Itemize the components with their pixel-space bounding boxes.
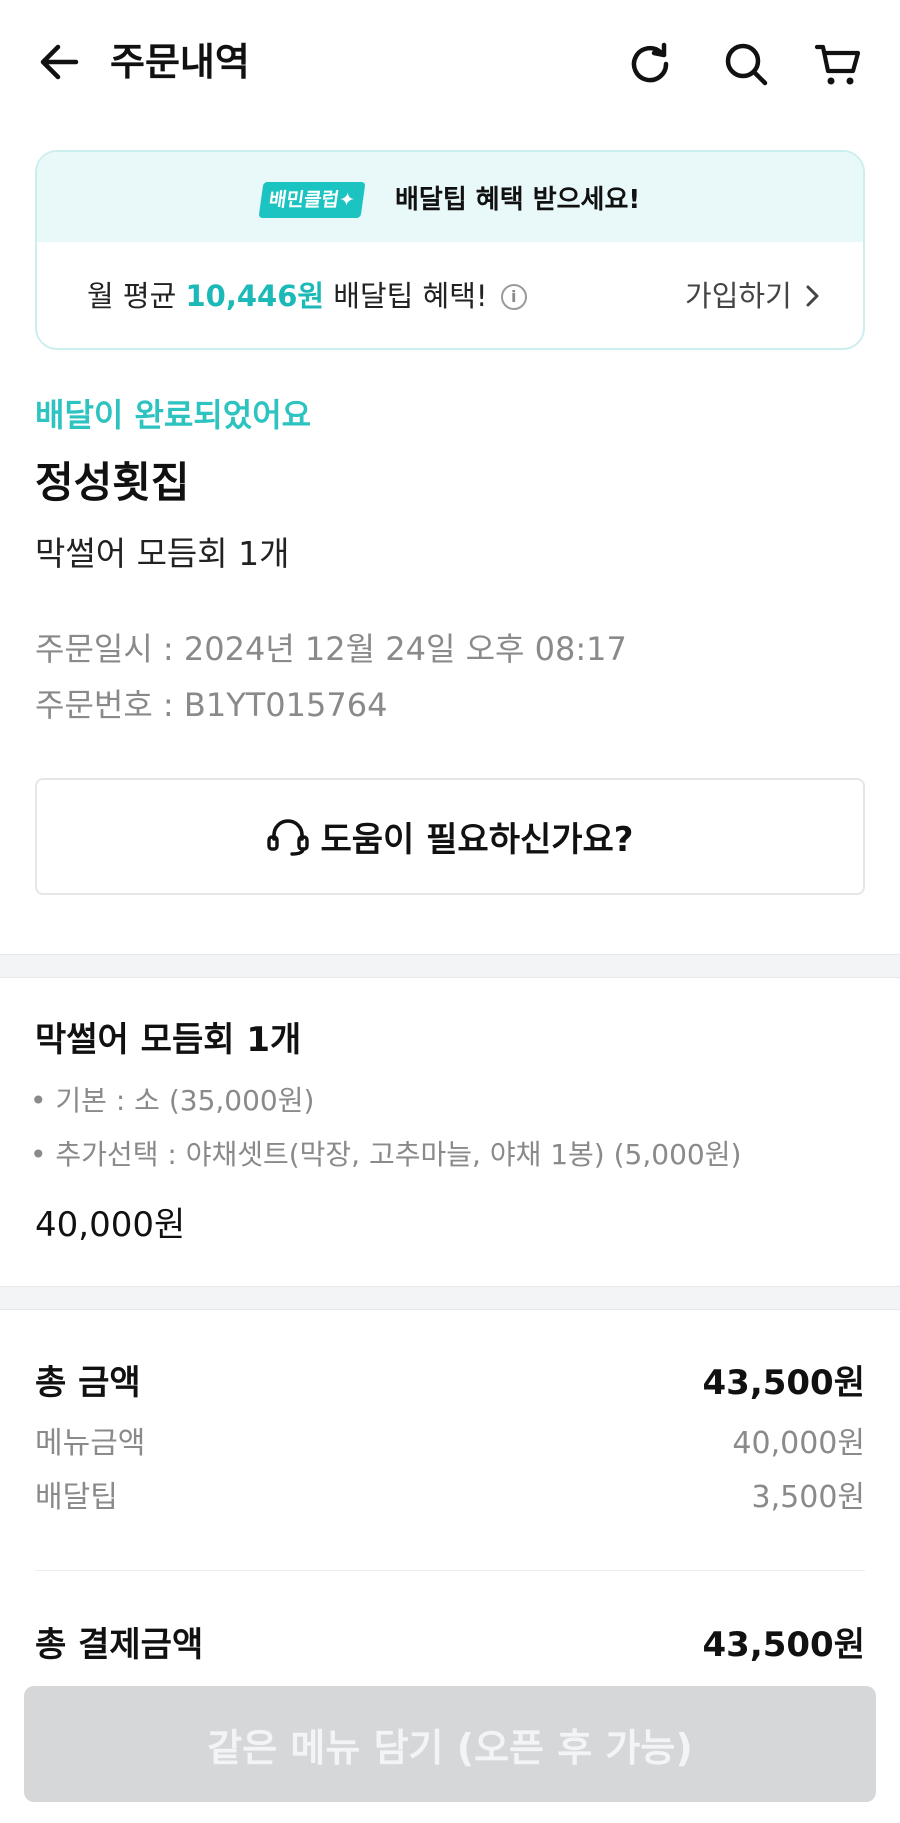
refresh-button[interactable] — [626, 40, 674, 88]
delivery-tip-value: 3,500원 — [751, 1480, 865, 1515]
menu-amount-label: 메뉴금액 — [35, 1426, 146, 1461]
reorder-same-menu-button[interactable]: 같은 메뉴 담기 (오픈 후 가능) — [24, 1686, 876, 1802]
search-button[interactable] — [722, 40, 770, 88]
section-divider — [0, 954, 900, 978]
baemin-club-promo-card[interactable]: 배민클럽✦ 배달팁 혜택 받으세요! 월 평균 10,446원 배달팁 혜택! … — [35, 150, 865, 350]
refresh-icon — [631, 42, 669, 83]
promo-suffix: 배달팁 혜택! — [324, 279, 488, 313]
menu-item-title: 막썰어 모듬회 1개 — [35, 1020, 302, 1060]
chevron-right-icon — [806, 285, 819, 307]
grand-total-row: 총 결제금액 43,500원 — [35, 1620, 865, 1670]
back-button[interactable] — [36, 38, 84, 86]
search-icon — [725, 43, 768, 86]
grand-total-label: 총 결제금액 — [35, 1625, 204, 1665]
promo-body: 월 평균 10,446원 배달팁 혜택! i 가입하기 — [37, 242, 863, 348]
menu-amount-value: 40,000원 — [732, 1426, 865, 1461]
info-icon[interactable]: i — [500, 284, 527, 310]
delivery-tip-label: 배달팁 — [35, 1480, 118, 1515]
total-amount-label: 총 금액 — [35, 1363, 141, 1403]
promo-header: 배민클럽✦ 배달팁 혜택 받으세요! — [37, 152, 863, 242]
total-amount-row: 총 금액 43,500원 — [35, 1358, 865, 1408]
page-title: 주문내역 — [110, 40, 250, 84]
total-amount-value: 43,500원 — [702, 1363, 865, 1403]
delivery-tip-row: 배달팁 3,500원 — [35, 1476, 865, 1520]
top-app-bar: 주문내역 — [0, 0, 900, 126]
help-label: 도움이 필요하신가요? — [320, 820, 634, 860]
order-summary: 막썰어 모듬회 1개 — [35, 534, 290, 573]
help-button[interactable]: 도움이 필요하신가요? — [35, 778, 865, 895]
promo-benefit-text: 월 평균 10,446원 배달팁 혜택! i — [87, 274, 527, 318]
order-datetime: 주문일시 : 2024년 12월 24일 오후 08:17 — [35, 630, 627, 668]
menu-amount-row: 메뉴금액 40,000원 — [35, 1422, 865, 1466]
store-name[interactable]: 정성횟집 — [35, 455, 190, 511]
promo-headline: 배달팁 혜택 받으세요! — [395, 185, 641, 215]
join-label: 가입하기 — [685, 279, 792, 313]
payment-separator — [35, 1570, 865, 1571]
back-arrow-icon — [40, 44, 79, 80]
join-link[interactable]: 가입하기 — [685, 274, 821, 318]
menu-option-base: • 기본 : 소 (35,000원) — [30, 1084, 315, 1117]
menu-option-extra: • 추가선택 : 야채셋트(막장, 고추마늘, 야채 1봉) (5,000원) — [30, 1138, 742, 1171]
section-divider — [0, 1286, 900, 1310]
help-button-content: 도움이 필요하신가요? — [37, 780, 863, 893]
promo-amount: 10,446원 — [185, 279, 325, 313]
baemin-club-badge: 배민클럽✦ — [258, 182, 366, 218]
order-number: 주문번호 : B1YT015764 — [35, 686, 388, 724]
cart-button[interactable] — [814, 40, 862, 88]
grand-total-value: 43,500원 — [702, 1625, 865, 1665]
delivery-status: 배달이 완료되었어요 — [35, 396, 312, 434]
cart-icon — [814, 44, 861, 85]
promo-prefix: 월 평균 — [87, 279, 186, 313]
headset-icon — [267, 818, 310, 856]
menu-item-price: 40,000원 — [35, 1205, 186, 1245]
